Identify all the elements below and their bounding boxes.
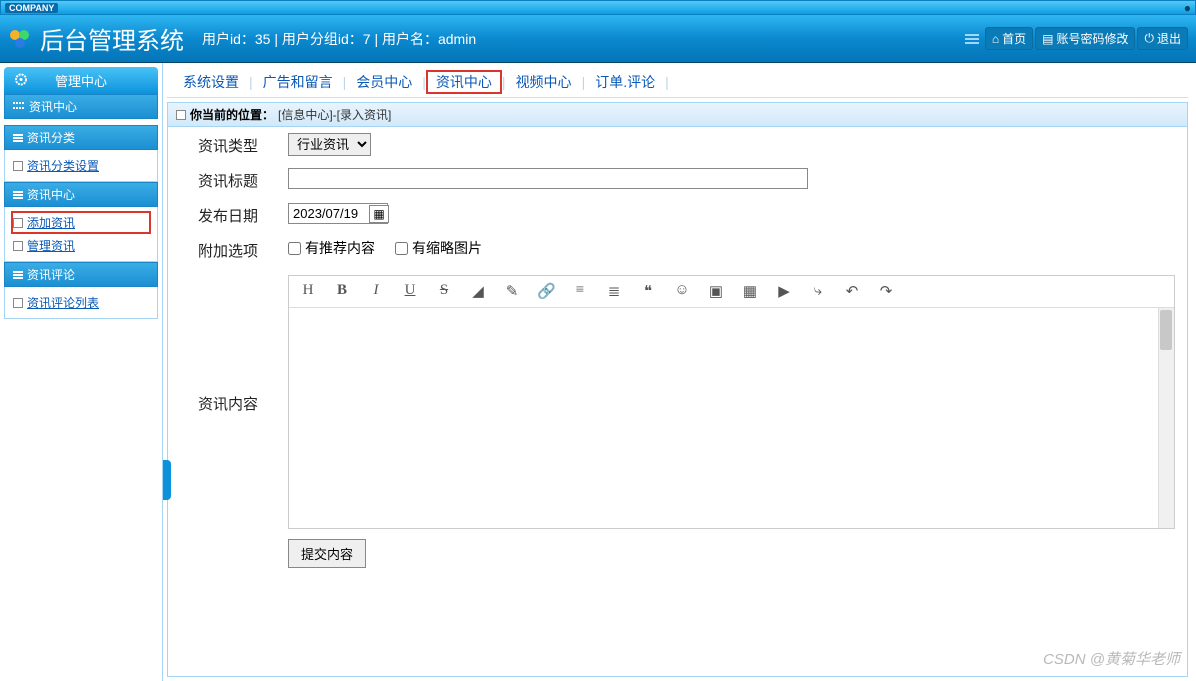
sidebar-item-review-list[interactable]: 资讯评论列表 [11,291,151,314]
checkbox-recommend[interactable]: 有推荐内容 [288,238,375,258]
gear-icon [14,72,28,89]
submit-button[interactable]: 提交内容 [288,539,366,568]
nav-order[interactable]: 订单.评论 [585,70,665,94]
nav-video[interactable]: 视频中心 [506,70,582,94]
content-area: 系统设置| 广告和留言| 会员中心| 资讯中心| 视频中心| 订单.评论| 你当… [163,63,1196,681]
home-icon: ⌂ [992,32,999,46]
video-icon[interactable]: ▶ [775,282,793,301]
undo-icon[interactable]: ↶ [843,282,861,301]
emoji-icon[interactable]: ☺ [673,282,691,301]
watermark: CSDN @黄菊华老师 [1043,648,1180,669]
list-icon [13,134,23,142]
nav-system[interactable]: 系统设置 [173,70,249,94]
sidebar-item-add-news[interactable]: 添加资讯 [11,211,151,234]
select-news-type[interactable]: 行业资讯 [288,133,371,156]
decor-dot: ● [1184,1,1191,15]
sidebar-group-news[interactable]: 资讯中心 [4,182,158,207]
sidebar-item-manage-news[interactable]: 管理资讯 [11,234,151,257]
calendar-icon[interactable]: ▦ [369,205,388,223]
label-extra-options: 附加选项 [168,238,288,261]
bold-icon[interactable]: B [333,282,351,301]
list-icon [13,271,23,279]
home-button[interactable]: ⌂首页 [985,27,1033,50]
menu-icon[interactable] [965,34,979,44]
link-icon[interactable]: 🔗 [537,282,555,301]
item-icon [13,298,23,308]
input-news-title[interactable] [288,168,808,189]
strike-icon[interactable]: S [435,282,453,301]
table-icon[interactable]: ▦ [741,282,759,301]
password-button[interactable]: ▤账号密码修改 [1035,27,1135,50]
label-news-title: 资讯标题 [168,168,288,191]
app-title: 后台管理系统 [40,21,184,56]
item-icon [13,218,23,228]
breadcrumb: 你当前的位置： [信息中心]-[录入资讯] [167,102,1188,127]
breadcrumb-icon [176,110,186,120]
sidebar-collapse-handle[interactable] [163,460,171,500]
nav-member[interactable]: 会员中心 [346,70,422,94]
rich-text-editor: H B I U S ◢ ✎ 🔗 ≡ ≣ ❝ ☺ ▣ [288,275,1175,529]
sidebar-item-category-settings[interactable]: 资讯分类设置 [11,154,151,177]
user-info: 用户id：35 | 用户分组id：7 | 用户名：admin [202,29,476,49]
sidebar-group-reviews[interactable]: 资讯评论 [4,262,158,287]
editor-body[interactable] [289,308,1174,528]
sidebar-top-tab[interactable]: 管理中心 [4,67,158,94]
label-news-content: 资讯内容 [168,273,288,414]
underline-icon[interactable]: U [401,282,419,301]
heading-icon[interactable]: H [299,282,317,301]
sidebar: 管理中心 资讯中心 资讯分类 资讯分类设置 资讯中心 添加资讯 [0,63,163,681]
sidebar-group-category[interactable]: 资讯分类 [4,125,158,150]
align-icon[interactable]: ≣ [605,282,623,301]
list-icon [13,191,23,199]
nav-ads[interactable]: 广告和留言 [253,70,343,94]
label-publish-date: 发布日期 [168,203,288,226]
grid-icon [13,102,25,112]
company-badge: COMPANY [5,3,58,13]
eraser-icon[interactable]: ◢ [469,282,487,301]
label-news-type: 资讯类型 [168,133,288,156]
quote-icon[interactable]: ❝ [639,282,657,301]
app-header: 后台管理系统 用户id：35 | 用户分组id：7 | 用户名：admin ⌂首… [0,15,1196,63]
window-titlebar: COMPANY ● [0,0,1196,15]
lock-icon: ▤ [1042,32,1053,46]
redo-icon[interactable]: ↷ [877,282,895,301]
list-icon[interactable]: ≡ [571,282,589,301]
logo-icon [6,25,34,53]
top-nav: 系统设置| 广告和留言| 会员中心| 资讯中心| 视频中心| 订单.评论| [167,67,1188,98]
sidebar-section-newscenter: 资讯中心 [4,94,158,119]
nav-news[interactable]: 资讯中心 [426,70,502,94]
item-icon [13,241,23,251]
brush-icon[interactable]: ✎ [503,282,521,301]
scrollbar-thumb[interactable] [1160,310,1172,350]
code-icon[interactable]: ⤷ [809,282,827,301]
italic-icon[interactable]: I [367,282,385,301]
item-icon [13,161,23,171]
checkbox-thumbnail[interactable]: 有缩略图片 [395,238,482,258]
image-icon[interactable]: ▣ [707,282,725,301]
logout-button[interactable]: ⏻退出 [1137,27,1188,50]
power-icon: ⏻ [1144,31,1154,46]
editor-toolbar: H B I U S ◢ ✎ 🔗 ≡ ≣ ❝ ☺ ▣ [289,276,1174,308]
form-area: 资讯类型 行业资讯 资讯标题 发布日期 ▦ [167,127,1188,677]
